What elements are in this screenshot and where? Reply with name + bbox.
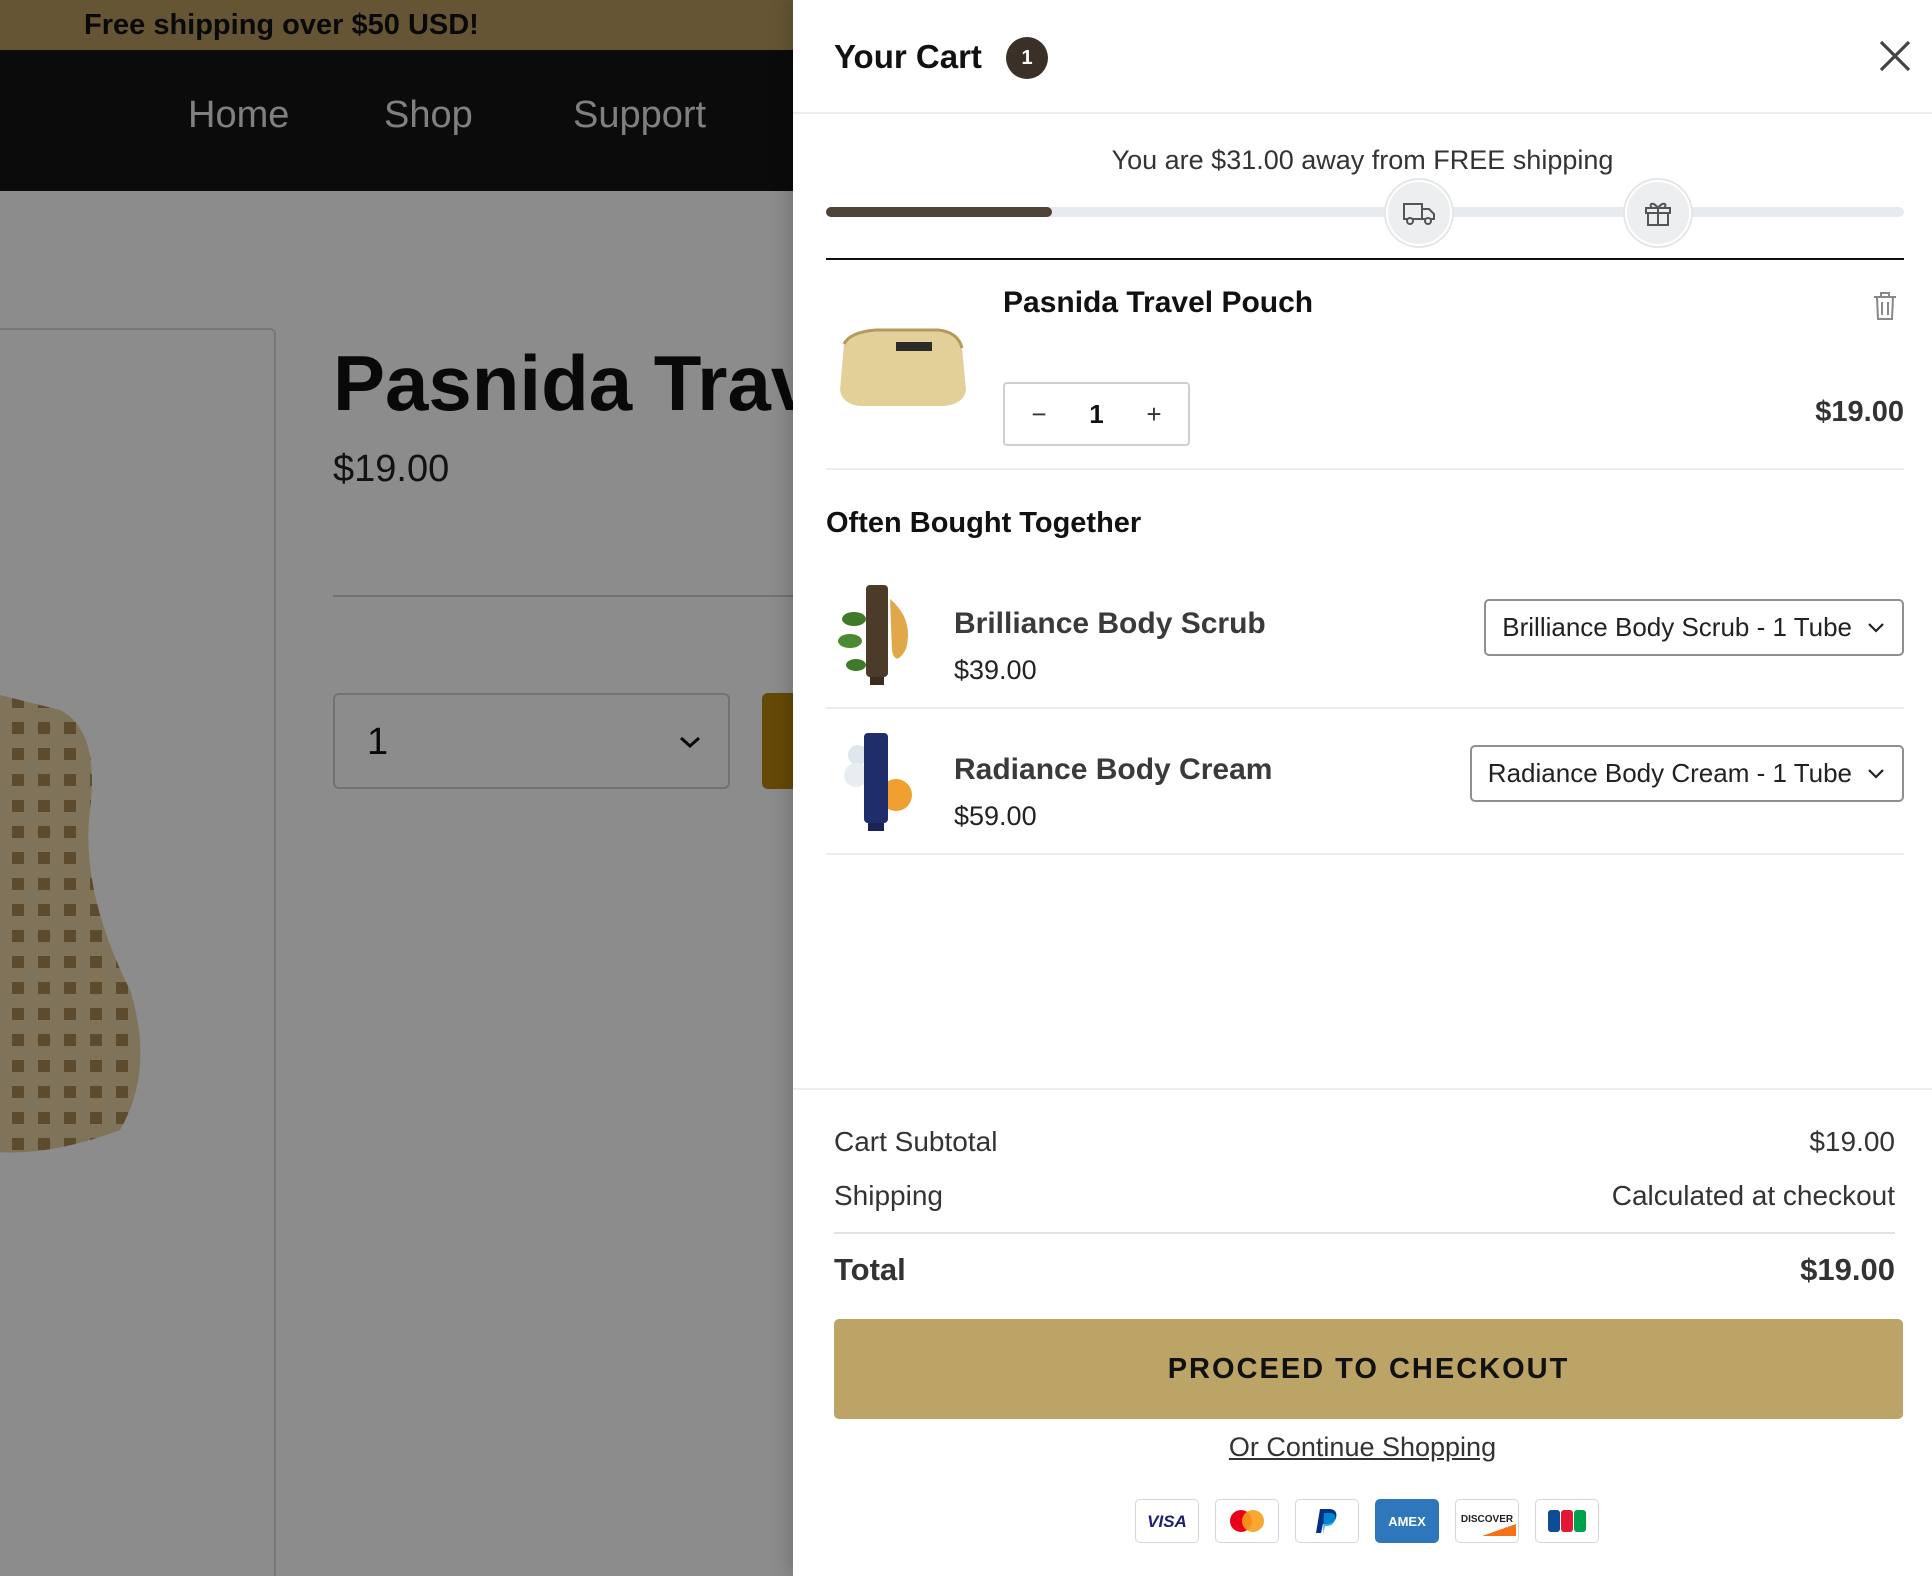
free-shipping-progress-bar: [826, 207, 1904, 217]
recommendation-image: [838, 585, 908, 685]
checkout-button[interactable]: PROCEED TO CHECKOUT: [834, 1319, 1903, 1419]
quantity-increase-button[interactable]: +: [1142, 399, 1166, 430]
visa-icon: VISA: [1135, 1499, 1199, 1543]
cart-title: Your Cart: [834, 38, 982, 75]
total-label: Total: [834, 1252, 906, 1287]
chevron-down-icon: [1868, 623, 1884, 633]
free-shipping-progress-fill: [826, 207, 1053, 217]
quantity-value[interactable]: 1: [1089, 399, 1103, 430]
subtotal-row: Cart Subtotal $19.00: [834, 1126, 1895, 1158]
recommendation-price: $59.00: [954, 801, 1037, 831]
cart-header: Your Cart 1: [793, 0, 1932, 114]
recommendation-variant-select[interactable]: Radiance Body Cream - 1 Tube: [1469, 745, 1904, 802]
line-item-name: Pasnida Travel Pouch: [1003, 286, 1314, 319]
total-row: Total $19.00: [834, 1252, 1895, 1288]
payment-icons: VISA AMEX DISCOVER: [1135, 1499, 1599, 1543]
variant-select-value: Radiance Body Cream - 1 Tube: [1487, 758, 1852, 788]
recommendation-variant-select[interactable]: Brilliance Body Scrub - 1 Tube: [1484, 599, 1904, 656]
svg-text:AMEX: AMEX: [1388, 1514, 1426, 1529]
recommendation-name[interactable]: Brilliance Body Scrub: [954, 607, 1266, 641]
often-bought-together-heading: Often Bought Together: [826, 507, 1142, 539]
quantity-decrease-button[interactable]: −: [1027, 399, 1051, 430]
divider: [834, 1232, 1895, 1234]
line-item-quantity-stepper: − 1 +: [1003, 382, 1190, 446]
shipping-row: Shipping Calculated at checkout: [834, 1180, 1895, 1212]
line-item-price: $19.00: [1815, 396, 1904, 428]
subtotal-label: Cart Subtotal: [834, 1126, 998, 1157]
svg-text:DISCOVER: DISCOVER: [1461, 1514, 1514, 1525]
paypal-icon: [1295, 1499, 1359, 1543]
recommendation-price: $39.00: [954, 655, 1037, 685]
total-value: $19.00: [1800, 1252, 1895, 1287]
shipping-label: Shipping: [834, 1180, 943, 1211]
shipping-milestone: [1386, 180, 1452, 246]
free-shipping-message: You are $31.00 away from FREE shipping: [1111, 145, 1614, 175]
line-item-image: [840, 328, 966, 406]
shipping-value: Calculated at checkout: [1611, 1180, 1895, 1211]
continue-shopping-link[interactable]: Or Continue Shopping: [793, 1432, 1932, 1463]
recommendation-image: [844, 733, 912, 831]
amex-icon: AMEX: [1375, 1499, 1439, 1543]
recommendation-item: Radiance Body Cream $59.00 Radiance Body…: [826, 709, 1904, 855]
svg-text:VISA: VISA: [1147, 1512, 1187, 1531]
chevron-down-icon: [1868, 769, 1884, 779]
cart-count-badge: 1: [1006, 37, 1048, 79]
cart-drawer: Your Cart 1 You are $31.00 away from FRE…: [793, 0, 1932, 1576]
cart-line-item: Pasnida Travel Pouch − 1 + $19.00: [826, 260, 1904, 470]
truck-icon: [1403, 203, 1435, 225]
gift-icon: [1645, 202, 1671, 226]
jcb-icon: [1535, 1499, 1599, 1543]
subtotal-value: $19.00: [1809, 1126, 1895, 1157]
discover-icon: DISCOVER: [1455, 1499, 1519, 1543]
mastercard-icon: [1215, 1499, 1279, 1543]
variant-select-value: Brilliance Body Scrub - 1 Tube: [1502, 612, 1852, 642]
gift-milestone: [1625, 180, 1691, 246]
recommendation-item: Brilliance Body Scrub $39.00 Brilliance …: [826, 563, 1904, 709]
close-icon[interactable]: [1875, 36, 1915, 76]
trash-icon[interactable]: [1871, 290, 1899, 322]
recommendation-name[interactable]: Radiance Body Cream: [954, 753, 1272, 787]
